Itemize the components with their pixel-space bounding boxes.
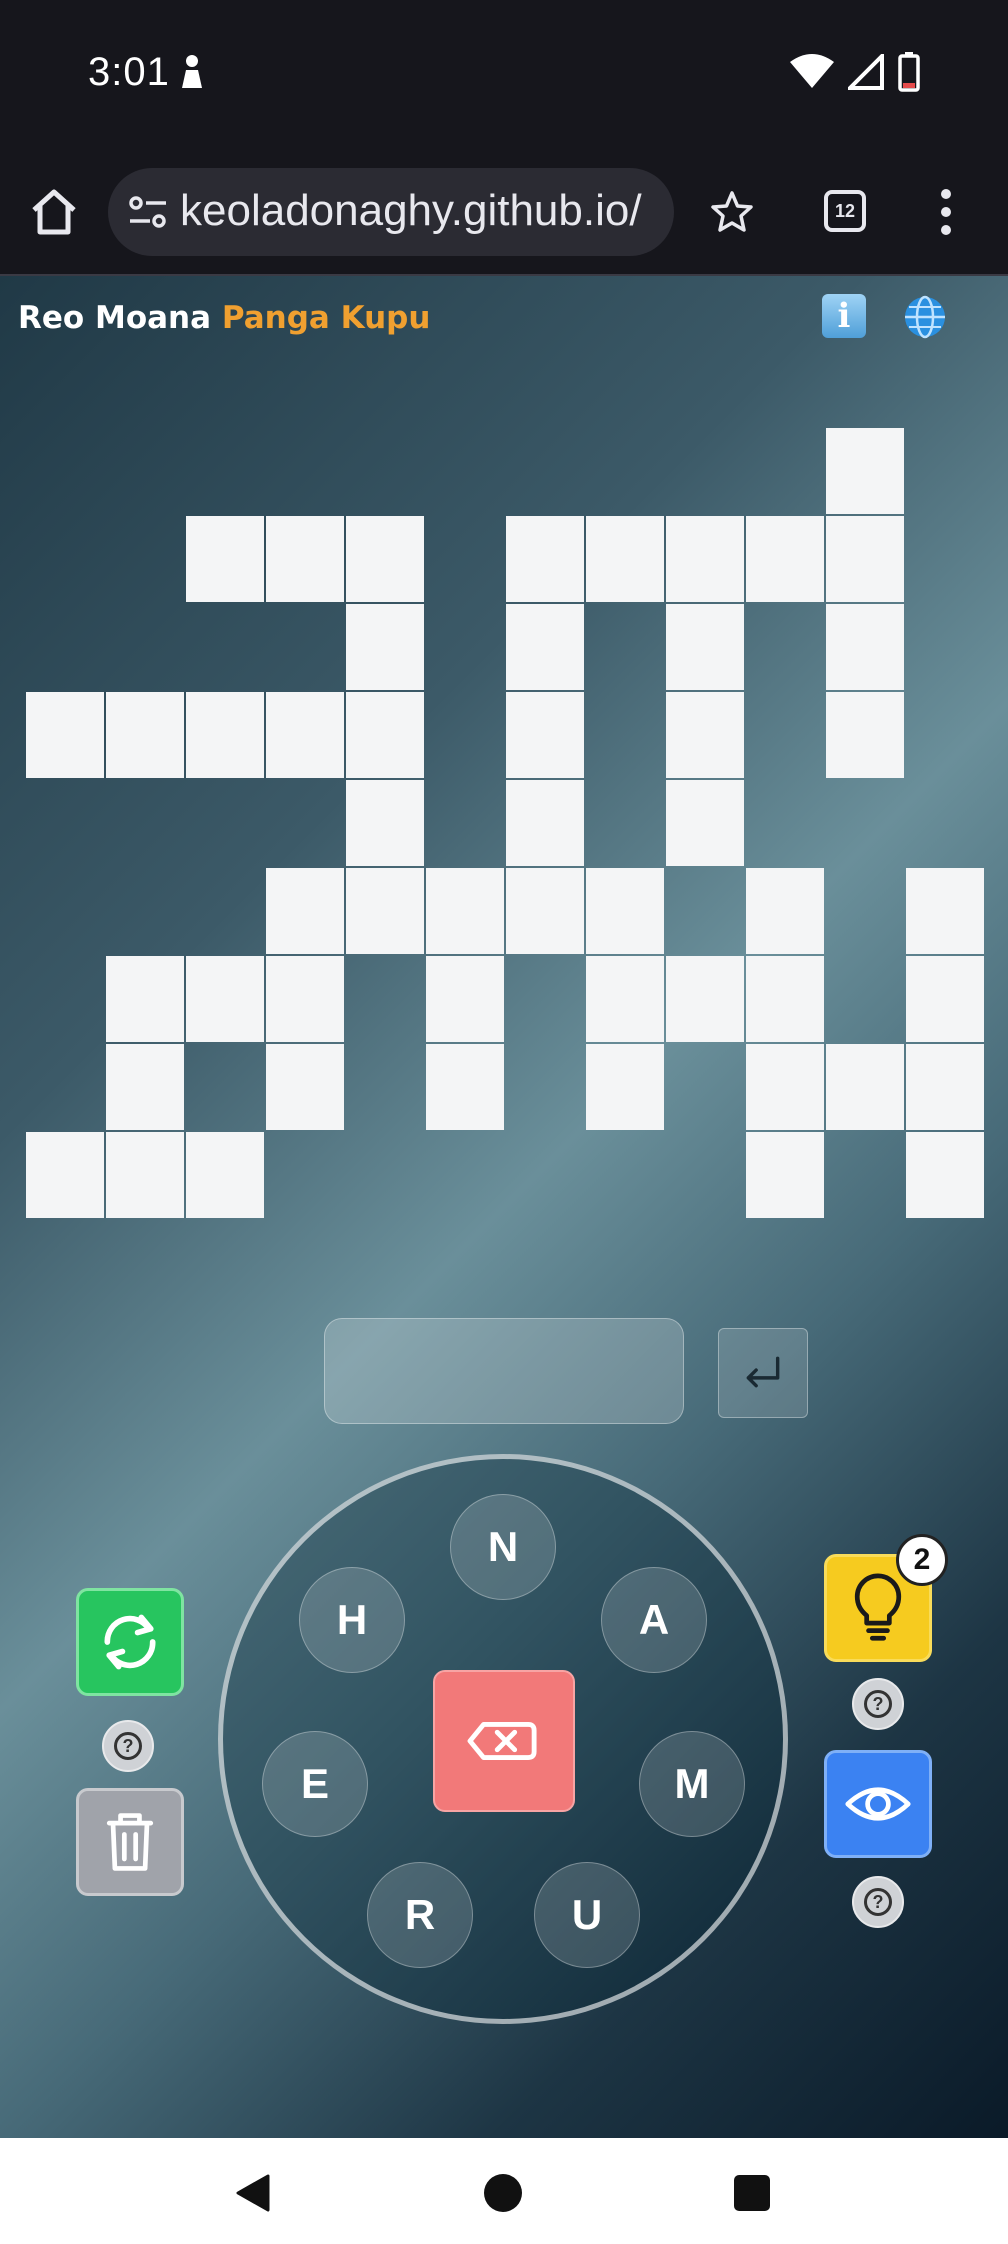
grid-cell: [506, 516, 584, 602]
grid-cell: [266, 868, 344, 954]
grid-cell: [586, 868, 664, 954]
android-nav-bar: [0, 2138, 1008, 2244]
signal-icon: [848, 54, 884, 90]
grid-cell: [906, 868, 984, 954]
grid-cell: [666, 692, 744, 778]
grid-cell: [346, 868, 424, 954]
grid-cell: [746, 1044, 824, 1130]
shuffle-help-button[interactable]: ?: [102, 1720, 154, 1772]
grid-cell: [266, 516, 344, 602]
title-part1: Reo Moana: [18, 300, 212, 336]
help-icon: ?: [114, 1732, 142, 1760]
grid-cell: [266, 1044, 344, 1130]
grid-cell: [506, 692, 584, 778]
grid-cell: [906, 1044, 984, 1130]
grid-cell: [106, 1044, 184, 1130]
grid-cell: [186, 516, 264, 602]
backspace-button[interactable]: [433, 1670, 575, 1812]
letter-tile-n[interactable]: N: [450, 1494, 556, 1600]
grid-cell: [346, 516, 424, 602]
home-icon[interactable]: [28, 186, 80, 238]
battery-icon: [898, 52, 920, 92]
grid-cell: [346, 692, 424, 778]
home-circle-icon[interactable]: [484, 2174, 522, 2212]
notification-icon: [182, 55, 202, 88]
grid-cell: [826, 428, 904, 514]
grid-cell: [346, 604, 424, 690]
grid-cell: [666, 604, 744, 690]
grid-cell: [426, 956, 504, 1042]
grid-cell: [266, 956, 344, 1042]
grid-cell: [666, 956, 744, 1042]
url-text: keoladonaghy.github.io/: [180, 186, 642, 235]
grid-cell: [826, 1044, 904, 1130]
hint-help-button[interactable]: ?: [852, 1678, 904, 1730]
word-entry-display: [324, 1318, 684, 1424]
grid-cell: [746, 1132, 824, 1218]
grid-cell: [186, 1132, 264, 1218]
grid-cell: [506, 604, 584, 690]
reveal-help-button[interactable]: ?: [852, 1876, 904, 1928]
tab-switcher-button[interactable]: 12: [824, 190, 866, 232]
url-bar[interactable]: keoladonaghy.github.io/: [108, 168, 674, 256]
grid-cell: [26, 692, 104, 778]
hint-count-badge: 2: [896, 1534, 948, 1586]
letter-tile-m[interactable]: M: [639, 1731, 745, 1837]
recent-apps-icon[interactable]: [734, 2175, 770, 2211]
grid-cell: [746, 956, 824, 1042]
grid-cell: [26, 1132, 104, 1218]
shuffle-button[interactable]: [76, 1588, 184, 1696]
letter-tile-r[interactable]: R: [367, 1862, 473, 1968]
letter-tile-h[interactable]: H: [299, 1567, 405, 1673]
grid-cell: [666, 780, 744, 866]
back-icon[interactable]: [236, 2174, 270, 2212]
grid-cell: [186, 956, 264, 1042]
grid-cell: [906, 1132, 984, 1218]
grid-cell: [186, 692, 264, 778]
grid-cell: [746, 516, 824, 602]
letter-tile-a[interactable]: A: [601, 1567, 707, 1673]
grid-cell: [826, 516, 904, 602]
help-icon: ?: [864, 1888, 892, 1916]
grid-cell: [506, 780, 584, 866]
letter-tile-u[interactable]: U: [534, 1862, 640, 1968]
enter-button[interactable]: [718, 1328, 808, 1418]
browser-toolbar: keoladonaghy.github.io/ 12: [0, 150, 1008, 276]
grid-cell: [826, 692, 904, 778]
grid-cell: [586, 956, 664, 1042]
more-menu-icon[interactable]: [940, 188, 952, 236]
language-globe-icon[interactable]: [902, 294, 948, 340]
game-area: Reo Moana Panga Kupu i N A M U R E H ? 2…: [0, 276, 1008, 2138]
status-icons: [790, 50, 920, 94]
grid-cell: [506, 868, 584, 954]
status-time: 3:01: [88, 50, 170, 94]
grid-cell: [586, 1044, 664, 1130]
reveal-eye-button[interactable]: [824, 1750, 932, 1858]
title-part2: Panga Kupu: [221, 300, 431, 336]
grid-cell: [586, 516, 664, 602]
grid-cell: [906, 956, 984, 1042]
clear-trash-button[interactable]: [76, 1788, 184, 1896]
game-title: Reo Moana Panga Kupu: [18, 300, 430, 336]
help-icon: ?: [864, 1690, 892, 1718]
grid-cell: [746, 868, 824, 954]
site-settings-icon[interactable]: [128, 194, 168, 230]
grid-cell: [106, 692, 184, 778]
letter-tile-e[interactable]: E: [262, 1731, 368, 1837]
bookmark-star-icon[interactable]: [710, 190, 754, 234]
wifi-icon: [790, 54, 834, 88]
status-bar: 3:01: [0, 0, 1008, 150]
grid-cell: [266, 692, 344, 778]
info-button[interactable]: i: [822, 294, 866, 338]
grid-cell: [346, 780, 424, 866]
grid-cell: [426, 868, 504, 954]
grid-cell: [106, 1132, 184, 1218]
grid-cell: [826, 604, 904, 690]
grid-cell: [106, 956, 184, 1042]
grid-cell: [426, 1044, 504, 1130]
grid-cell: [666, 516, 744, 602]
